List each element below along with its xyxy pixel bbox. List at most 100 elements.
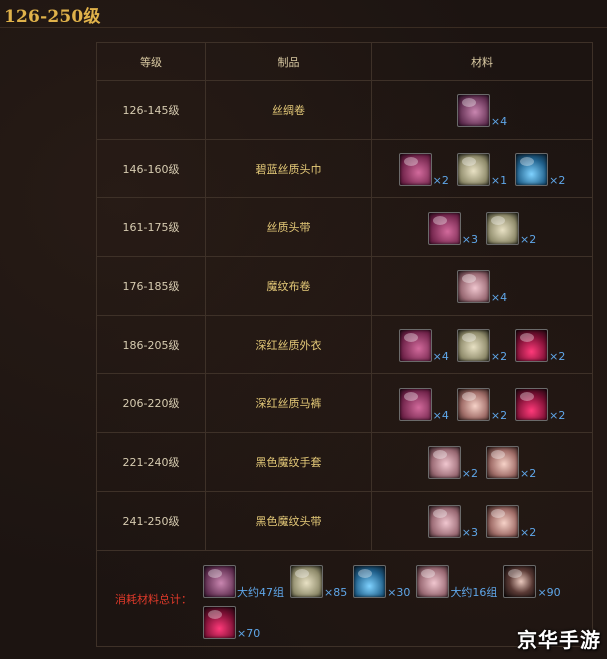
material-quantity: ×4: [432, 350, 449, 364]
crafting-table: 等级 制品 材料 126-145级 丝绸卷 ×4 146-160级 碧蓝丝质头巾 ×2 ×1…: [96, 42, 593, 647]
silk-roll-icon[interactable]: [203, 565, 236, 598]
mageweave-bolt-icon[interactable]: [427, 505, 461, 539]
title-divider: [0, 27, 607, 28]
material-item: 大约16组: [416, 565, 497, 598]
materials-cell: ×4: [371, 256, 593, 316]
materials-list: ×3 ×2: [372, 503, 592, 540]
material-quantity: ×2: [461, 467, 478, 481]
silk-cloth-icon[interactable]: [398, 153, 432, 187]
materials-list: ×3 ×2: [372, 210, 592, 245]
table-row: 186-205级 深红丝质外衣 ×4 ×2 ×2: [96, 314, 593, 375]
material-item: ×85: [290, 565, 347, 598]
material-quantity: ×4: [432, 408, 449, 422]
thread-spool-icon[interactable]: [456, 329, 490, 363]
material-quantity: ×30: [387, 586, 411, 599]
material-quantity: 大约16组: [450, 586, 498, 599]
material-item: ×2: [486, 211, 537, 246]
material-quantity: ×3: [461, 526, 478, 540]
materials-list: ×2 ×1 ×2: [372, 151, 592, 188]
thread-spool-icon[interactable]: [486, 211, 519, 245]
material-item: ×70: [203, 606, 260, 639]
material-quantity: ×2: [549, 408, 566, 422]
header-materials: 材料: [371, 42, 593, 81]
material-quantity: ×1: [490, 174, 508, 188]
thread-spool-icon[interactable]: [290, 565, 323, 598]
material-item: ×2: [427, 446, 478, 481]
red-dye-vial-icon[interactable]: [515, 329, 549, 363]
materials-cell: ×4: [371, 80, 593, 140]
table-row: 176-185级 魔纹布卷 ×4: [96, 256, 593, 316]
product-cell: 黑色魔纹头带: [205, 490, 372, 551]
material-item: ×2: [486, 446, 536, 480]
materials-list: ×2 ×2: [372, 444, 592, 481]
material-quantity: ×2: [549, 350, 566, 364]
material-quantity: ×2: [549, 174, 566, 188]
header-product: 制品: [205, 42, 372, 81]
material-item: ×3: [427, 505, 478, 540]
material-item: ×30: [353, 565, 410, 598]
materials-list: ×4 ×2 ×2: [372, 386, 592, 421]
table-row: 221-240级 黑色魔纹手套 ×2 ×2: [96, 432, 593, 492]
materials-cell: ×4 ×2 ×2: [371, 373, 593, 434]
material-item: ×2: [515, 329, 566, 364]
materials-cell: ×2 ×1 ×2: [371, 138, 593, 199]
silk-cloth-icon[interactable]: [398, 329, 432, 363]
material-quantity: ×2: [432, 174, 449, 188]
silk-cloth-icon[interactable]: [398, 387, 432, 421]
product-cell: 丝质头带: [205, 197, 372, 258]
mageweave-cloth-icon[interactable]: [416, 565, 450, 598]
table-row: 161-175级 丝质头带 ×3 ×2: [96, 197, 593, 258]
material-quantity: ×90: [537, 586, 561, 599]
materials-cell: ×3 ×2: [371, 197, 593, 258]
material-quantity: ×3: [461, 232, 478, 246]
watermark-logo: 京华手游: [517, 628, 601, 652]
table-row: 146-160级 碧蓝丝质头巾 ×2 ×1 ×2: [96, 138, 593, 199]
blue-dye-vial-icon[interactable]: [353, 565, 387, 598]
red-dye-vial-icon[interactable]: [515, 387, 549, 421]
material-item: ×4: [456, 270, 508, 305]
material-quantity: ×85: [324, 586, 348, 599]
material-item: 大约47组: [203, 565, 284, 598]
thread-spool-icon[interactable]: [456, 153, 490, 187]
product-cell: 黑色魔纹手套: [205, 432, 372, 492]
materials-cell: ×3 ×2: [371, 490, 593, 551]
product-cell: 深红丝质马裤: [205, 373, 372, 434]
table-row: 241-250级 黑色魔纹头带 ×3 ×2: [96, 490, 593, 551]
material-quantity: ×2: [520, 232, 537, 246]
level-cell: 186-205级: [96, 314, 206, 375]
material-item: ×4: [456, 94, 507, 128]
header-level: 等级: [96, 42, 206, 81]
level-cell: 176-185级: [96, 256, 206, 316]
material-quantity: ×2: [490, 408, 508, 422]
dark-bolt-icon[interactable]: [503, 565, 537, 598]
materials-list: ×4: [372, 268, 592, 305]
level-cell: 126-145级: [96, 80, 206, 140]
summary-label: 消耗材料总计：: [115, 593, 192, 606]
cloth-bolt-icon[interactable]: [486, 446, 519, 480]
material-item: ×2: [515, 387, 566, 422]
level-cell: 221-240级: [96, 432, 206, 492]
materials-list: ×4 ×2 ×2: [372, 327, 592, 364]
material-quantity: ×4: [490, 291, 508, 305]
product-cell: 魔纹布卷: [205, 256, 372, 316]
cloth-bolt-icon[interactable]: [456, 387, 490, 421]
material-quantity: ×2: [490, 350, 508, 364]
cloth-bolt-icon[interactable]: [486, 505, 519, 539]
blue-dye-vial-icon[interactable]: [515, 153, 549, 187]
material-item: ×2: [486, 505, 536, 539]
mageweave-bolt-icon[interactable]: [427, 446, 461, 480]
red-dye-vial-icon[interactable]: [203, 606, 236, 639]
material-item: ×4: [398, 387, 449, 422]
material-quantity: ×70: [237, 627, 261, 640]
mageweave-cloth-icon[interactable]: [456, 270, 490, 304]
material-item: ×2: [456, 387, 508, 422]
materials-cell: ×2 ×2: [371, 432, 593, 492]
material-item: ×1: [456, 153, 508, 188]
material-item: ×3: [427, 211, 478, 246]
product-cell: 碧蓝丝质头巾: [205, 138, 372, 199]
material-item: ×2: [456, 329, 508, 364]
silk-cloth-icon[interactable]: [427, 211, 461, 245]
product-cell: 深红丝质外衣: [205, 314, 372, 375]
level-cell: 146-160级: [96, 138, 206, 199]
silk-roll-icon[interactable]: [456, 94, 490, 128]
